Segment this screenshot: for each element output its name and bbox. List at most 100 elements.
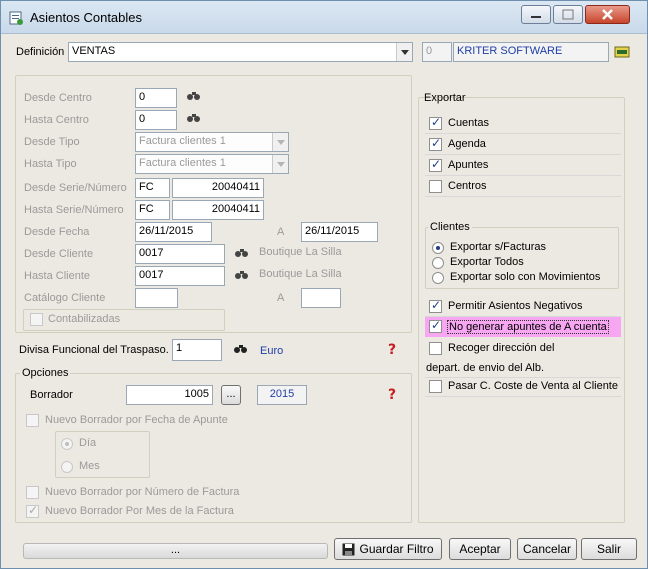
nuevo-mes-checkbox[interactable] [26,503,39,518]
exportar-movimientos-label: Exportar solo con Movimientos [450,271,601,283]
desde-cliente-input[interactable]: 0017 [135,244,225,264]
search-icon[interactable] [186,112,202,124]
hasta-numero-input[interactable]: 20040411 [172,200,264,220]
catalogo-a-label: A [277,292,285,304]
divisa-input[interactable]: 1 [172,339,222,361]
desde-centro-label: Desde Centro [24,92,92,104]
nuevo-numero-label: Nuevo Borrador por Número de Factura [45,486,240,498]
export-centros-label: Centros [448,180,487,192]
minimize-button[interactable] [521,5,551,24]
borrador-browse-button[interactable]: ... [221,385,241,405]
help-icon[interactable]: ? [387,386,401,402]
app-icon [9,11,23,25]
title-bar: Asientos Contables [1,1,647,34]
pasar-coste-label: Pasar C. Coste de Venta al Cliente [448,380,618,392]
chevron-down-icon[interactable] [272,155,288,173]
search-icon[interactable] [234,269,250,281]
exportar-todos-label: Exportar Todos [450,256,524,268]
window-title: Asientos Contables [30,10,143,25]
chevron-down-icon[interactable] [272,133,288,151]
export-cuentas-checkbox[interactable] [429,115,442,130]
hasta-tipo-value: Factura clientes 1 [139,157,226,169]
mes-label: Mes [79,460,100,472]
nuevo-fecha-checkbox[interactable] [26,414,39,427]
catalogo-hasta-input[interactable] [301,288,341,308]
hasta-tipo-label: Hasta Tipo [24,158,77,170]
export-agenda-checkbox[interactable] [429,136,442,151]
pasar-coste-checkbox[interactable] [429,380,442,393]
recoger-direccion-label-2: depart. de envio del Alb. [426,362,545,374]
asientos-window: Asientos Contables Definición VENTAS 0 K… [0,0,648,569]
salir-button[interactable]: Salir [581,538,637,560]
contabilizadas-label: Contabilizadas [48,313,121,325]
fecha-a-label: A [277,226,285,238]
svg-text:?: ? [388,342,396,357]
desde-numero-input[interactable]: 20040411 [172,178,264,198]
company-name: KRITER SOFTWARE [453,42,609,62]
catalogo-desde-input[interactable] [135,288,178,308]
maximize-icon [562,9,574,20]
exportar-movimientos-radio[interactable] [432,272,444,284]
dia-label: Día [79,437,97,449]
desde-fecha-label: Desde Fecha [24,226,90,238]
borrador-label: Borrador [30,389,73,401]
permitir-negativos-checkbox[interactable] [429,298,442,313]
exportar-title: Exportar [424,92,466,104]
desde-serie-input[interactable]: FC [135,178,170,198]
mes-radio[interactable] [61,461,73,473]
search-icon[interactable] [186,90,202,102]
close-icon [602,9,613,20]
clientes-title: Clientes [428,221,472,233]
year-display: 2015 [257,385,307,405]
hasta-serie-input[interactable]: FC [135,200,170,220]
minimize-icon [531,16,541,18]
hasta-tipo-select[interactable]: Factura clientes 1 [135,154,289,174]
recoger-direccion-checkbox[interactable] [429,342,442,355]
desde-cliente-name: Boutique La Silla [259,246,342,258]
hasta-cliente-label: Hasta Cliente [24,270,91,282]
progress-bar: ... [23,543,328,559]
export-apuntes-label: Apuntes [448,159,489,171]
no-generar-checkbox[interactable] [429,318,442,333]
no-generar-label: No generar apuntes de A cuenta [447,320,609,334]
close-button[interactable] [585,5,630,24]
desde-tipo-value: Factura clientes 1 [139,135,226,147]
help-icon[interactable]: ? [387,341,401,357]
search-icon[interactable] [233,343,249,355]
desde-tipo-select[interactable]: Factura clientes 1 [135,132,289,152]
desde-cliente-label: Desde Cliente [24,248,94,260]
hasta-cliente-input[interactable]: 0017 [135,266,225,286]
borrador-input[interactable]: 1005 [126,385,213,405]
catalogo-label: Catálogo Cliente [24,292,106,304]
chevron-down-icon[interactable] [396,43,412,61]
cancelar-button[interactable]: Cancelar [517,538,577,560]
hasta-fecha-input[interactable]: 26/11/2015 [301,222,378,242]
exportar-todos-radio[interactable] [432,257,444,269]
hasta-centro-input[interactable]: 0 [135,110,177,130]
dia-radio[interactable] [61,438,73,450]
company-icon[interactable] [614,45,630,59]
permitir-negativos-label: Permitir Asientos Negativos [448,300,583,312]
desde-serie-label: Desde Serie/Número [24,182,127,194]
export-agenda-label: Agenda [448,138,486,150]
maximize-button[interactable] [553,5,583,24]
nuevo-fecha-label: Nuevo Borrador por Fecha de Apunte [45,414,228,426]
export-apuntes-checkbox[interactable] [429,157,442,172]
exportar-facturas-label: Exportar s/Facturas [450,241,546,253]
nuevo-mes-label: Nuevo Borrador Por Mes de la Factura [45,505,234,517]
definicion-select[interactable]: VENTAS [68,42,413,62]
guardar-filtro-button[interactable]: Guardar Filtro [334,538,442,560]
export-centros-checkbox[interactable] [429,180,442,193]
aceptar-button[interactable]: Aceptar [449,538,511,560]
opciones-title: Opciones [20,367,71,379]
nuevo-numero-checkbox[interactable] [26,486,39,499]
desde-fecha-input[interactable]: 26/11/2015 [135,222,212,242]
svg-text:?: ? [388,387,396,402]
desde-centro-input[interactable]: 0 [135,88,177,108]
contabilizadas-checkbox[interactable] [30,313,43,326]
search-icon[interactable] [234,247,250,259]
exportar-facturas-radio[interactable] [432,242,444,254]
desde-tipo-label: Desde Tipo [24,136,80,148]
hasta-cliente-name: Boutique La Silla [259,268,342,280]
definicion-value: VENTAS [72,45,116,57]
